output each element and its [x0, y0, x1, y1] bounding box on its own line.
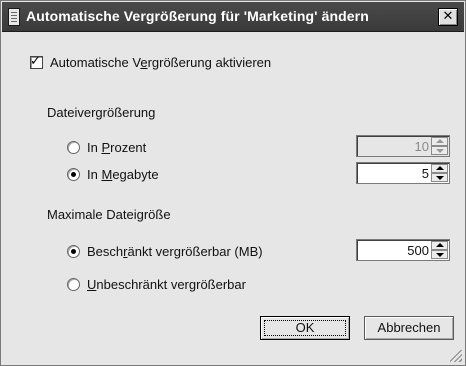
spin-down-arrow-icon[interactable]: [431, 173, 448, 182]
max-size-value[interactable]: 500: [407, 243, 429, 258]
unrestricted-radio[interactable]: [67, 278, 80, 291]
close-button[interactable]: ✕: [438, 8, 458, 26]
checkmark-icon: ✓: [30, 54, 41, 69]
megabyte-spinner[interactable]: 5: [356, 162, 450, 184]
system-menu-icon[interactable]: [8, 8, 20, 26]
dialog-window: Automatische Vergrößerung für 'Marketing…: [0, 0, 466, 366]
cancel-button[interactable]: Abbrechen: [364, 316, 454, 340]
restricted-label[interactable]: Beschränkt vergrößerbar (MB): [87, 244, 263, 259]
percent-radio[interactable]: [67, 141, 80, 154]
unrestricted-label[interactable]: Unbeschränkt vergrößerbar: [87, 277, 246, 292]
percent-value: 10: [414, 139, 429, 154]
max-size-spinner[interactable]: 500: [356, 239, 450, 261]
megabyte-radio[interactable]: [67, 168, 80, 181]
megabyte-value[interactable]: 5: [422, 166, 429, 181]
title-bar[interactable]: Automatische Vergrößerung für 'Marketing…: [2, 2, 464, 32]
spin-up-arrow-icon: [431, 137, 448, 146]
max-size-heading: Maximale Dateigröße: [47, 207, 171, 222]
enable-autogrowth-label[interactable]: Automatische Vergrößerung aktivieren: [50, 55, 271, 70]
spin-down-arrow-icon[interactable]: [431, 250, 448, 259]
percent-label[interactable]: In Prozent: [87, 140, 146, 155]
spin-up-arrow-icon[interactable]: [431, 241, 448, 250]
restricted-radio[interactable]: [67, 245, 80, 258]
megabyte-label[interactable]: In Megabyte: [87, 167, 159, 182]
percent-spinner: 10: [356, 135, 450, 157]
enable-autogrowth-checkbox[interactable]: ✓: [30, 54, 43, 69]
close-icon: ✕: [442, 9, 454, 24]
file-growth-heading: Dateivergrößerung: [47, 105, 156, 120]
spin-up-arrow-icon[interactable]: [431, 164, 448, 173]
focus-rectangle: [264, 320, 346, 336]
spin-down-arrow-icon: [431, 146, 448, 155]
ok-button[interactable]: OK: [260, 316, 350, 340]
cancel-label: Abbrechen: [377, 320, 441, 335]
dialog-title: Automatische Vergrößerung für 'Marketing…: [26, 8, 369, 24]
resize-grip-icon[interactable]: [450, 350, 462, 362]
